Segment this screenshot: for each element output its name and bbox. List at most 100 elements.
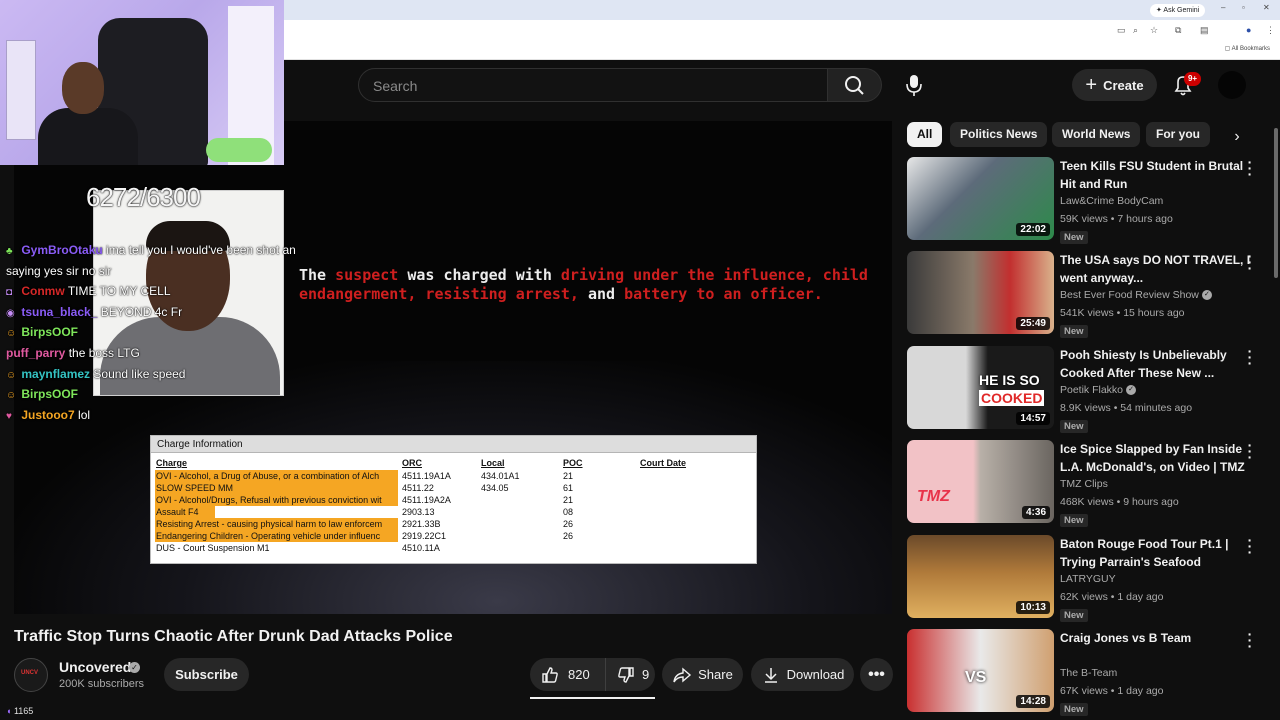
zoom-icon[interactable]: ⌕	[1133, 25, 1138, 36]
chat-message: ◉ tsuna_black_ BEYOND 4c Fr	[6, 302, 296, 323]
more-vertical-icon[interactable]: · · ·	[1245, 627, 1255, 653]
recommended-video-title[interactable]: The USA says DO NOT TRAVEL, I went anywa…	[1060, 252, 1255, 287]
streamer-webcam	[0, 0, 284, 165]
chat-username: BirpsOOF	[21, 387, 79, 402]
subscribe-button[interactable]: Subscribe	[164, 658, 249, 691]
viewer-count-value: 1165	[13, 706, 34, 716]
download-icon	[764, 667, 777, 683]
chip-world-news[interactable]: World News	[1052, 122, 1141, 147]
chat-text: saying yes sir no sir	[6, 263, 112, 278]
cast-icon[interactable]: ▭	[1117, 25, 1126, 36]
create-button[interactable]: + Create	[1072, 69, 1157, 101]
chat-message: ◘ Conmw TIME TO MY CELL	[6, 281, 296, 302]
poc-cell: 21	[563, 495, 574, 505]
charge-column-headers: Charge ORC Local POC Court Date	[151, 458, 756, 470]
recommended-video[interactable]: VS 14:28 Craig Jones vs B Team The B-Tea…	[907, 627, 1277, 717]
ask-gemini-button[interactable]: ✦ Ask Gemini	[1150, 4, 1206, 17]
video-thumbnail[interactable]: 25:49	[907, 251, 1054, 334]
recommended-video[interactable]: HE IS SO COOKED 14:57 Pooh Shiesty Is Un…	[907, 344, 1277, 434]
recommended-channel-name[interactable]: Law&Crime BodyCam	[1060, 195, 1163, 207]
close-icon[interactable]: ✕	[1263, 3, 1270, 12]
sidebar-icon[interactable]: ▤	[1200, 25, 1209, 36]
recommended-channel-name[interactable]: Poetik Flakko ✓	[1060, 384, 1137, 396]
recommended-video[interactable]: TMZ 4:36 Ice Spice Slapped by Fan Inside…	[907, 438, 1277, 528]
chevron-right-icon[interactable]: ›	[1226, 126, 1248, 148]
more-vertical-icon[interactable]: · · ·	[1245, 438, 1255, 464]
orc-cell: 4511.22	[402, 483, 434, 493]
recommended-video-meta: 59K views • 7 hours ago	[1060, 213, 1173, 225]
more-actions-button[interactable]: •••	[860, 658, 893, 691]
video-duration: 4:36	[1021, 506, 1050, 519]
recommended-video-title[interactable]: Ice Spice Slapped by Fan Inside L.A. McD…	[1060, 441, 1255, 476]
video-thumbnail[interactable]: TMZ 4:36	[907, 440, 1054, 523]
share-button[interactable]: Share	[662, 658, 743, 691]
search-input[interactable]: Search	[358, 68, 828, 102]
recommended-video-title[interactable]: Baton Rouge Food Tour Pt.1 | Trying Parr…	[1060, 536, 1255, 571]
column-header-local: Local	[481, 458, 505, 468]
mugshot-booking-number: 6272/6300	[86, 182, 201, 212]
more-vertical-icon[interactable]: · · ·	[1245, 344, 1255, 370]
profile-icon[interactable]: ●	[1246, 25, 1251, 35]
voice-search-button[interactable]	[896, 68, 932, 102]
all-bookmarks-label: All Bookmarks	[1231, 46, 1270, 52]
recommended-video-title[interactable]: Pooh Shiesty Is Unbelievably Cooked Afte…	[1060, 347, 1255, 382]
thumbs-down-icon	[618, 666, 634, 683]
video-thumbnail[interactable]: VS 14:28	[907, 629, 1054, 712]
chip-for-you[interactable]: For you	[1146, 122, 1210, 147]
sidebar-scrollbar[interactable]	[1274, 128, 1278, 278]
download-button[interactable]: Download	[751, 658, 854, 691]
recommended-video-title[interactable]: Craig Jones vs B Team	[1060, 630, 1255, 648]
more-vertical-icon[interactable]: · · ·	[1245, 533, 1255, 559]
video-thumbnail[interactable]: HE IS SO COOKED 14:57	[907, 346, 1054, 429]
extensions-icon[interactable]: ⧉	[1175, 25, 1181, 36]
star-icon[interactable]: ☆	[1150, 25, 1158, 36]
notification-count-badge: 9+	[1184, 72, 1201, 86]
poc-cell: 61	[563, 483, 574, 493]
charge-panel-heading: Charge Information	[151, 436, 756, 453]
search-button[interactable]	[828, 68, 882, 102]
recommended-video[interactable]: 10:13 Baton Rouge Food Tour Pt.1 | Tryin…	[907, 533, 1277, 623]
recommended-channel-name[interactable]: The B-Team	[1060, 667, 1117, 679]
subscriber-count: 200K subscribers	[59, 678, 144, 690]
maximize-icon[interactable]: ▫	[1242, 3, 1245, 12]
recommended-channel-name[interactable]: Best Ever Food Review Show ✓	[1060, 289, 1212, 301]
thumbnail-caption-vs: VS	[965, 669, 987, 686]
more-vertical-icon[interactable]: · · ·	[1245, 155, 1255, 181]
video-thumbnail[interactable]: 22:02	[907, 157, 1054, 240]
charge-cell: DUS - Court Suspension M1	[156, 543, 270, 553]
recommended-video[interactable]: 25:49 The USA says DO NOT TRAVEL, I went…	[907, 249, 1277, 339]
minimize-icon[interactable]: –	[1221, 3, 1225, 12]
recommended-channel-name[interactable]: TMZ Clips	[1060, 478, 1108, 490]
chat-badge-icon: ☺	[6, 369, 17, 381]
orc-cell: 2903.13	[402, 507, 435, 517]
local-cell: 434.01A1	[481, 471, 520, 481]
more-vertical-icon[interactable]: · · ·	[1245, 249, 1255, 275]
all-bookmarks-link[interactable]: ▢ All Bookmarks	[1225, 45, 1270, 52]
poc-cell: 26	[563, 519, 574, 529]
orc-cell: 4511.19A2A	[402, 495, 451, 505]
channel-label: Poetik Flakko	[1060, 384, 1124, 396]
recommended-video[interactable]: 22:02 Teen Kills FSU Student in Brutal H…	[907, 155, 1277, 245]
account-avatar[interactable]	[1218, 71, 1246, 99]
chip-politics-news[interactable]: Politics News	[950, 122, 1048, 147]
search-icon	[845, 76, 864, 95]
chat-message: ☺ maynflamez Sound like speed	[6, 364, 296, 385]
search-placeholder: Search	[373, 78, 418, 94]
dislike-button[interactable]: 9	[606, 658, 649, 691]
recommended-channel-name[interactable]: LATRYGUY	[1060, 573, 1116, 585]
channel-avatar[interactable]: UNCV	[14, 658, 48, 692]
more-horizontal-icon: •••	[868, 665, 885, 683]
channel-label: TMZ Clips	[1060, 478, 1108, 490]
browser-menu-icon[interactable]: ⋮	[1266, 25, 1275, 36]
recommended-video-title[interactable]: Teen Kills FSU Student in Brutal Hit and…	[1060, 158, 1255, 193]
chip-all[interactable]: All	[907, 122, 943, 147]
chat-username: Conmw	[21, 284, 65, 299]
chat-username: puff_parry	[6, 345, 66, 360]
like-button[interactable]: 820	[530, 658, 606, 691]
channel-name[interactable]: Uncovered	[59, 659, 131, 675]
chat-message: ♣ GymBroOtaku ima tell you I would've be…	[6, 240, 296, 261]
caption-suspect: suspect	[335, 266, 399, 284]
chat-badge-icon: ♥	[6, 410, 12, 422]
video-thumbnail[interactable]: 10:13	[907, 535, 1054, 618]
chat-text: TIME TO MY CELL	[67, 284, 171, 299]
